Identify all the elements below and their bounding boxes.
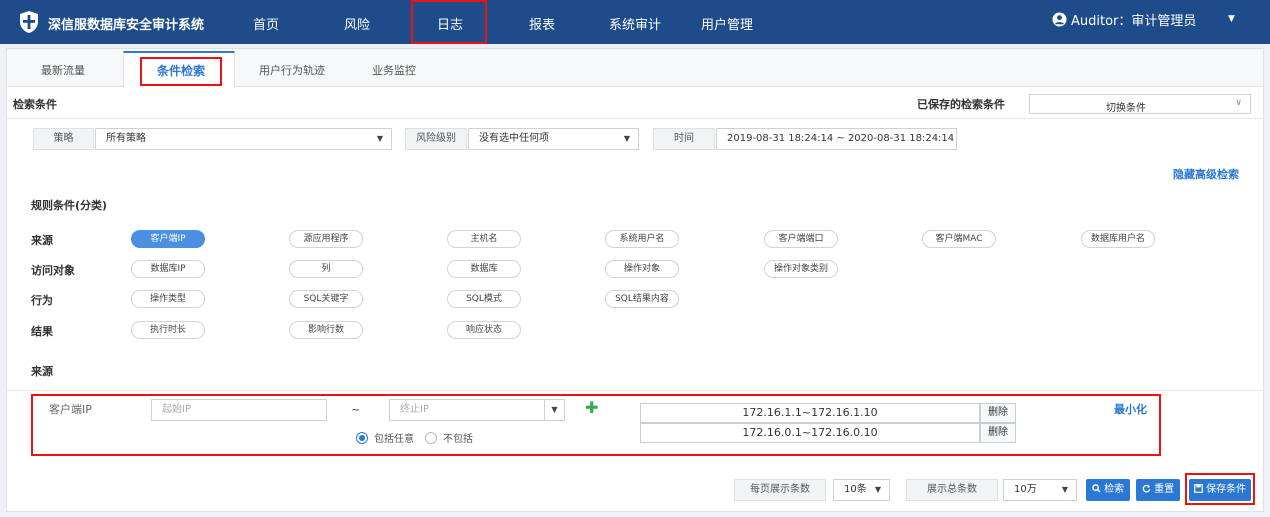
shield-logo-icon [20,11,38,33]
rules-title: 规则条件(分类) [31,199,108,212]
caret-down-icon[interactable]: ▼ [544,400,564,420]
radio-unchecked-icon [425,432,437,444]
radio-exclude-label: 不包括 [443,434,473,445]
rule-operation-object[interactable]: 操作对象 [605,260,679,278]
search-button-label: 检索 [1104,484,1125,495]
tab-user-behavior[interactable]: 用户行为轨迹 [259,62,325,78]
tab-condition-search[interactable]: 条件检索 [157,62,205,79]
start-ip-input[interactable]: 起始IP [151,399,327,421]
caret-down-icon[interactable]: ▼ [1228,14,1235,24]
rule-execution-time[interactable]: 执行时长 [131,321,205,339]
save-button-label: 保存条件 [1206,484,1247,495]
total-count-label: 展示总条数 [906,479,998,501]
user-name: Auditor：审计管理员 [1071,14,1197,29]
time-label: 时间 [653,128,715,150]
delete-range-button[interactable]: 删除 [980,423,1016,443]
rule-database[interactable]: 数据库 [447,260,521,278]
saved-conditions-label: 已保存的检索条件 [917,98,1005,111]
end-ip-input[interactable]: 终止IP ▼ [389,399,565,421]
rule-operation-type[interactable]: 操作类型 [131,290,205,308]
rule-group-source-label: 来源 [31,234,53,247]
rule-sql-result-content[interactable]: SQL结果内容 [605,290,679,308]
nav-risk[interactable]: 风险 [344,14,370,33]
end-ip-placeholder: 终止IP [400,404,429,415]
hide-advanced-search-link[interactable]: 隐藏高级检索 [1173,166,1239,182]
rule-affected-rows[interactable]: 影响行数 [289,321,363,339]
client-ip-label: 客户端IP [49,403,92,416]
rule-sql-keyword[interactable]: SQL关键字 [289,290,363,308]
save-icon [1194,484,1203,493]
rule-group-access-object-label: 访问对象 [31,264,75,277]
search-button[interactable]: 检索 [1086,479,1130,501]
rule-client-port[interactable]: 客户端端口 [764,230,838,248]
rule-group-behavior-label: 行为 [31,294,53,307]
tab-business-monitor[interactable]: 业务监控 [372,62,416,78]
risk-level-label: 风险级别 [405,128,467,150]
risk-level-select[interactable]: 没有选中任何项 ▼ [468,128,639,150]
tab-bar: 最新流量 条件检索 用户行为轨迹 业务监控 [7,49,1263,88]
radio-checked-icon [356,432,368,444]
minimize-link[interactable]: 最小化 [1114,401,1147,417]
per-page-value: 10条 [844,484,867,495]
reset-button[interactable]: 重置 [1136,479,1180,501]
range-separator: ~ [351,403,361,416]
rule-system-user[interactable]: 系统用户名 [605,230,679,248]
rule-db-user[interactable]: 数据库用户名 [1081,230,1155,248]
add-range-icon[interactable]: ✚ [585,398,598,417]
ip-range-row: 172.16.1.1~172.16.1.10 [640,403,980,423]
rule-column[interactable]: 列 [289,260,363,278]
app-title: 深信服数据库安全审计系统 [48,18,205,33]
caret-down-icon: ▼ [376,134,383,143]
rule-sql-pattern[interactable]: SQL模式 [447,290,521,308]
top-navigation-bar: 深信服数据库安全审计系统 首页 风险 日志 报表 系统审计 用户管理 Audit… [0,0,1270,44]
rule-operation-object-type[interactable]: 操作对象类别 [764,260,838,278]
main-panel: 最新流量 条件检索 用户行为轨迹 业务监控 检索条件 已保存的检索条件 切换条件… [6,48,1264,512]
rule-client-mac[interactable]: 客户端MAC [922,230,996,248]
caret-down-icon: ▼ [874,485,881,494]
total-count-value: 10万 [1014,484,1037,495]
policy-select[interactable]: 所有策略 ▼ [95,128,392,150]
rule-group-result-label: 结果 [31,325,53,338]
per-page-select[interactable]: 10条 ▼ [833,479,890,501]
radio-include-any[interactable]: 包括任意 [356,430,414,445]
rule-db-ip[interactable]: 数据库IP [131,260,205,278]
search-conditions-title: 检索条件 [13,98,57,111]
radio-include-label: 包括任意 [374,434,414,445]
start-ip-placeholder: 起始IP [162,404,191,415]
caret-down-icon: ▼ [1061,485,1068,494]
nav-system-audit[interactable]: 系统审计 [609,14,661,33]
ip-range-row: 172.16.0.1~172.16.0.10 [640,423,980,443]
user-icon [1052,12,1067,27]
nav-home[interactable]: 首页 [253,14,279,33]
rule-client-ip[interactable]: 客户端IP [131,230,205,248]
nav-log[interactable]: 日志 [437,14,463,33]
reset-button-label: 重置 [1154,484,1175,495]
time-range-value: 2019-08-31 18:24:14 ~ 2020-08-31 18:24:1… [727,133,955,144]
rule-hostname[interactable]: 主机名 [447,230,521,248]
time-range-input[interactable]: 2019-08-31 18:24:14 ~ 2020-08-31 18:24:1… [716,128,957,150]
policy-label: 策略 [33,128,94,150]
source-section-title: 来源 [31,365,53,378]
nav-user-management[interactable]: 用户管理 [701,14,753,33]
user-menu[interactable]: Auditor：审计管理员 [1052,10,1196,29]
refresh-icon [1142,484,1151,493]
save-conditions-button[interactable]: 保存条件 [1189,479,1251,501]
rule-source-app[interactable]: 源应用程序 [289,230,363,248]
chevron-down-icon: ∨ [1235,98,1242,108]
divider [7,390,1263,391]
policy-value: 所有策略 [106,133,146,144]
search-icon [1092,484,1101,493]
nav-report[interactable]: 报表 [529,14,555,33]
tab-latest-traffic[interactable]: 最新流量 [41,62,85,78]
per-page-label: 每页展示条数 [734,479,826,501]
total-count-select[interactable]: 10万 ▼ [1003,479,1077,501]
caret-down-icon: ▼ [623,134,630,143]
risk-level-value: 没有选中任何项 [479,133,549,144]
delete-range-button[interactable]: 删除 [980,403,1016,423]
saved-conditions-value: 切换条件 [1106,103,1146,114]
radio-exclude[interactable]: 不包括 [425,430,473,445]
divider [7,118,1263,119]
rule-response-status[interactable]: 响应状态 [447,321,521,339]
saved-conditions-select[interactable]: 切换条件 ∨ [1029,94,1251,114]
